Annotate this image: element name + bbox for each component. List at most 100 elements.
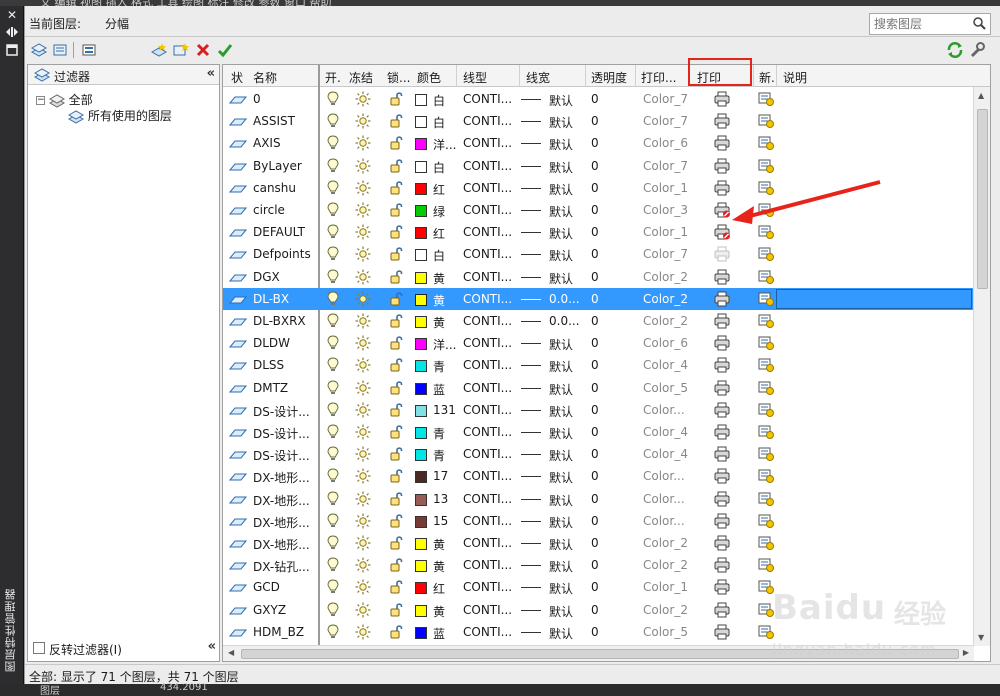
color-label[interactable]: 黄 [433, 314, 445, 331]
printer-icon[interactable] [713, 579, 731, 598]
layer-row[interactable]: ByLayer 白 CONTI... 默认 0 Color_7 [223, 155, 974, 177]
layer-name[interactable]: DGX [253, 270, 280, 284]
color-label[interactable]: 红 [433, 181, 445, 198]
new-vp-freeze-icon[interactable] [757, 380, 775, 399]
scroll-down-icon[interactable]: ▼ [978, 633, 984, 642]
unlocked-padlock-icon[interactable] [389, 557, 405, 576]
printer-icon[interactable] [713, 602, 731, 621]
lineweight-value[interactable]: 默认 [549, 603, 573, 620]
col-on[interactable]: 开. [325, 69, 341, 86]
color-label[interactable]: 洋... [433, 136, 456, 153]
layer-name[interactable]: 0 [253, 92, 261, 106]
layer-row[interactable]: 0 白 CONTI... 默认 0 Color_7 [223, 88, 974, 110]
color-label[interactable]: 青 [433, 358, 445, 375]
linetype-value[interactable]: CONTI... [463, 225, 512, 239]
sun-thawed-icon[interactable] [355, 624, 371, 643]
linetype-value[interactable]: CONTI... [463, 580, 512, 594]
lightbulb-on-icon[interactable] [327, 202, 339, 221]
unlocked-padlock-icon[interactable] [389, 579, 405, 598]
transparency-value[interactable]: 0 [591, 247, 599, 261]
color-label[interactable]: 黄 [433, 558, 445, 575]
color-swatch[interactable] [415, 205, 427, 217]
unlocked-padlock-icon[interactable] [389, 246, 405, 265]
lightbulb-on-icon[interactable] [327, 579, 339, 598]
linetype-value[interactable]: CONTI... [463, 358, 512, 372]
layer-name[interactable]: DEFAULT [253, 225, 305, 239]
color-swatch[interactable] [415, 249, 427, 262]
new-vp-freeze-icon[interactable] [757, 535, 775, 554]
lightbulb-on-icon[interactable] [327, 424, 339, 443]
layer-row[interactable]: DS-设计... 青 CONTI... 默认 0 Color_4 [223, 443, 974, 465]
new-vp-freeze-icon[interactable] [757, 291, 775, 310]
new-vp-freeze-icon[interactable] [757, 357, 775, 376]
lightbulb-on-icon[interactable] [327, 180, 339, 199]
sun-thawed-icon[interactable] [355, 202, 371, 221]
lineweight-value[interactable]: 0.0... [549, 292, 580, 306]
linetype-value[interactable]: CONTI... [463, 381, 512, 395]
layer-states-manager-icon[interactable] [79, 40, 99, 60]
lineweight-value[interactable]: 默认 [549, 159, 573, 176]
color-label[interactable]: 黄 [433, 603, 445, 620]
transparency-value[interactable]: 0 [591, 225, 599, 239]
printer-icon[interactable] [713, 113, 731, 132]
sun-thawed-icon[interactable] [355, 446, 371, 465]
transparency-value[interactable]: 0 [591, 558, 599, 572]
unlocked-padlock-icon[interactable] [389, 446, 405, 465]
linetype-value[interactable]: CONTI... [463, 92, 512, 106]
lightbulb-on-icon[interactable] [327, 513, 339, 532]
printer-icon[interactable] [713, 513, 731, 532]
sun-thawed-icon[interactable] [355, 313, 371, 332]
layer-row[interactable]: DX-地形... 17 CONTI... 默认 0 Color... [223, 465, 974, 487]
transparency-value[interactable]: 0 [591, 181, 599, 195]
sun-thawed-icon[interactable] [355, 402, 371, 421]
unlocked-padlock-icon[interactable] [389, 380, 405, 399]
lineweight-value[interactable]: 默认 [549, 92, 573, 109]
lineweight-value[interactable]: 默认 [549, 136, 573, 153]
layer-name[interactable]: DS-设计... [253, 425, 310, 442]
sun-thawed-icon[interactable] [355, 224, 371, 243]
sun-thawed-icon[interactable] [355, 424, 371, 443]
color-swatch[interactable] [415, 427, 427, 439]
unlocked-padlock-icon[interactable] [389, 135, 405, 154]
unlocked-padlock-icon[interactable] [389, 202, 405, 221]
col-new-vp-freeze[interactable]: 新. [759, 69, 775, 86]
transparency-value[interactable]: 0 [591, 514, 599, 528]
color-swatch[interactable] [415, 271, 427, 284]
color-swatch[interactable] [415, 404, 427, 417]
layer-row[interactable]: AXIS 洋... CONTI... 默认 0 Color_6 [223, 132, 974, 154]
lightbulb-on-icon[interactable] [327, 557, 339, 576]
col-lineweight[interactable]: 线宽 [526, 69, 550, 86]
col-name[interactable]: 名称 [253, 69, 277, 86]
linetype-value[interactable]: CONTI... [463, 203, 512, 217]
layer-name[interactable]: Defpoints [253, 247, 311, 261]
layer-name[interactable]: DS-设计... [253, 403, 310, 420]
sun-thawed-icon[interactable] [355, 380, 371, 399]
unlocked-padlock-icon[interactable] [389, 513, 405, 532]
transparency-value[interactable]: 0 [591, 403, 599, 417]
unlocked-padlock-icon[interactable] [389, 424, 405, 443]
printer-icon[interactable] [713, 557, 731, 576]
color-swatch[interactable] [415, 626, 427, 639]
printer-no-plot-icon[interactable] [713, 224, 731, 243]
layer-row[interactable]: DLDW 洋... CONTI... 默认 0 Color_6 [223, 332, 974, 354]
lightbulb-on-icon[interactable] [327, 269, 339, 288]
layer-name[interactable]: DMTZ [253, 381, 288, 395]
unlocked-padlock-icon[interactable] [389, 357, 405, 376]
printer-icon[interactable] [713, 468, 731, 487]
collapse-filter-pane-icon[interactable]: « [208, 639, 216, 654]
delete-layer-icon[interactable] [193, 40, 213, 60]
color-swatch[interactable] [415, 94, 427, 106]
printer-disabled-icon[interactable] [713, 246, 731, 265]
lineweight-value[interactable]: 默认 [549, 536, 573, 553]
new-vp-freeze-icon[interactable] [757, 468, 775, 487]
linetype-value[interactable]: CONTI... [463, 181, 512, 195]
printer-icon[interactable] [713, 424, 731, 443]
lineweight-value[interactable]: 默认 [549, 225, 573, 242]
unlocked-padlock-icon[interactable] [389, 269, 405, 288]
lineweight-value[interactable]: 默认 [549, 381, 573, 398]
transparency-value[interactable]: 0 [591, 136, 599, 150]
printer-icon[interactable] [713, 269, 731, 288]
layer-row[interactable]: ASSIST 白 CONTI... 默认 0 Color_7 [223, 110, 974, 132]
layer-name[interactable]: DX-地形... [253, 469, 310, 486]
expand-toggle-icon[interactable]: − [36, 96, 45, 105]
